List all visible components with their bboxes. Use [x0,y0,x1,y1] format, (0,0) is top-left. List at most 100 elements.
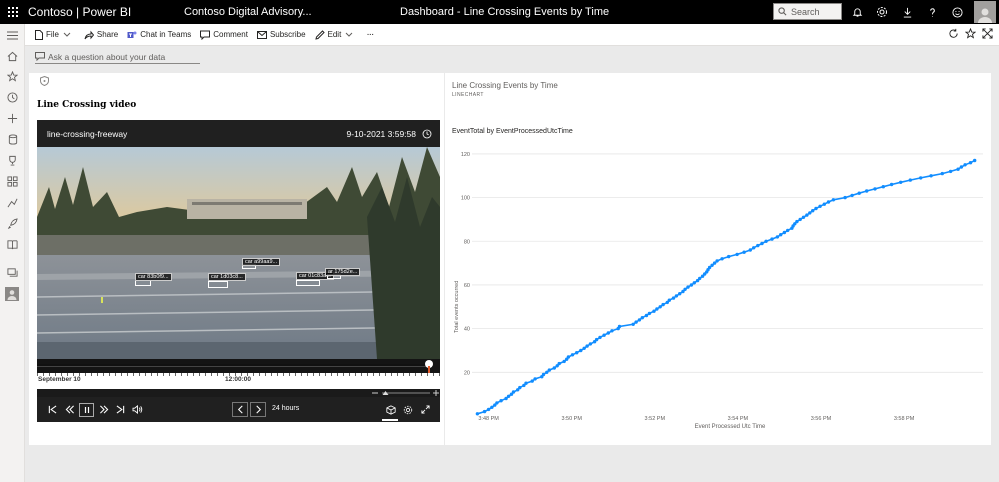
rewind-icon[interactable] [63,403,77,416]
metrics-icon[interactable] [6,196,19,209]
refresh-icon[interactable] [948,28,959,39]
data-point[interactable] [606,331,610,335]
data-point[interactable] [756,243,760,248]
video-player[interactable]: line-crossing-freeway 9-10-2021 3:59:58 [37,120,440,422]
skip-to-start-icon[interactable] [45,403,59,416]
pause-button[interactable] [79,403,94,417]
home-icon[interactable] [6,50,19,63]
data-point[interactable] [760,241,764,246]
data-point[interactable] [579,348,583,353]
data-point[interactable] [499,399,503,403]
chart-tile[interactable]: Line Crossing Events by Time LINECHART E… [445,73,991,445]
data-point[interactable] [530,379,534,383]
learn-book-icon[interactable] [6,238,19,251]
data-point[interactable] [720,257,724,261]
data-point[interactable] [533,377,537,381]
data-point[interactable] [764,239,768,243]
data-point[interactable] [585,344,589,348]
data-point[interactable] [805,213,809,217]
data-point[interactable] [671,296,676,300]
favorite-star-icon[interactable] [965,28,976,39]
data-point[interactable] [689,283,694,287]
apps-grid-icon[interactable] [6,175,19,188]
data-point[interactable] [831,198,836,202]
data-point[interactable] [850,193,854,198]
3d-cube-icon[interactable] [384,403,398,416]
data-point[interactable] [826,200,831,204]
subscribe-button[interactable]: Subscribe [256,30,306,39]
data-point[interactable] [602,333,606,337]
data-point[interactable] [959,165,964,169]
fullscreen-icon[interactable] [982,28,993,39]
data-point[interactable] [735,252,739,257]
data-point[interactable] [940,171,944,176]
volume-icon[interactable] [130,403,144,416]
data-point[interactable] [647,311,652,316]
data-point[interactable] [610,329,614,333]
data-point[interactable] [575,351,579,355]
learn-rocket-icon[interactable] [6,217,19,230]
data-point[interactable] [798,217,802,222]
data-point[interactable] [822,202,826,206]
workspaces-icon[interactable] [6,266,19,279]
feedback-smiley-icon[interactable] [950,5,964,19]
data-point[interactable] [843,195,847,200]
file-menu[interactable]: File [35,29,75,40]
previous-range-button[interactable] [232,402,248,417]
data-point[interactable] [686,285,690,289]
data-point[interactable] [570,353,575,357]
data-point[interactable] [678,292,682,296]
data-point[interactable] [782,230,787,235]
data-point[interactable] [775,235,780,239]
data-point[interactable] [715,259,719,263]
data-point[interactable] [582,346,586,350]
data-point[interactable] [661,302,665,307]
data-point[interactable] [908,178,912,182]
data-point[interactable] [857,191,861,195]
fast-forward-icon[interactable] [97,403,111,416]
search-input[interactable]: Search [773,3,842,20]
series-line[interactable] [477,159,976,415]
favorites-star-icon[interactable] [6,70,19,83]
data-point[interactable] [779,233,783,237]
workspace-avatar-icon[interactable] [5,287,19,301]
data-point[interactable] [742,250,746,254]
data-point[interactable] [801,215,806,219]
datasets-cylinder-icon[interactable] [6,133,19,146]
data-point[interactable] [594,337,599,342]
data-point[interactable] [727,254,731,259]
data-point[interactable] [486,407,491,412]
help-icon[interactable] [925,5,939,19]
account-avatar[interactable] [974,1,996,23]
scrub-bar[interactable] [37,359,440,373]
brand-label[interactable]: Contoso | Power BI [28,5,156,19]
data-point[interactable] [948,169,953,174]
data-point[interactable] [588,342,593,346]
data-point[interactable] [640,316,644,320]
data-point[interactable] [518,385,522,390]
data-point[interactable] [683,287,687,291]
app-launcher-icon[interactable] [0,0,26,24]
data-point[interactable] [865,189,869,193]
data-point[interactable] [557,361,561,366]
data-point[interactable] [968,161,973,165]
data-point[interactable] [919,176,923,180]
data-point[interactable] [692,281,696,285]
comment-button[interactable]: Comment [200,30,248,40]
data-point[interactable] [748,248,752,252]
data-point[interactable] [541,372,546,377]
expand-icon[interactable] [418,403,432,416]
data-point[interactable] [617,324,622,329]
data-point[interactable] [482,409,487,414]
chat-in-teams-button[interactable]: Chat in Teams [127,30,191,40]
data-point[interactable] [929,174,933,178]
edit-menu[interactable]: Edit [314,29,358,40]
video-frame[interactable]: car 83b0f9... car 1d03c8... car a99aa9..… [37,147,440,359]
history-clock-icon[interactable] [422,129,432,139]
data-point[interactable] [873,187,877,191]
timeline-ruler[interactable]: September 10 12:00:00 [37,373,440,389]
data-point[interactable] [511,390,516,394]
data-point[interactable] [634,320,638,324]
settings-gear-icon[interactable] [875,5,889,19]
data-point[interactable] [566,355,571,359]
